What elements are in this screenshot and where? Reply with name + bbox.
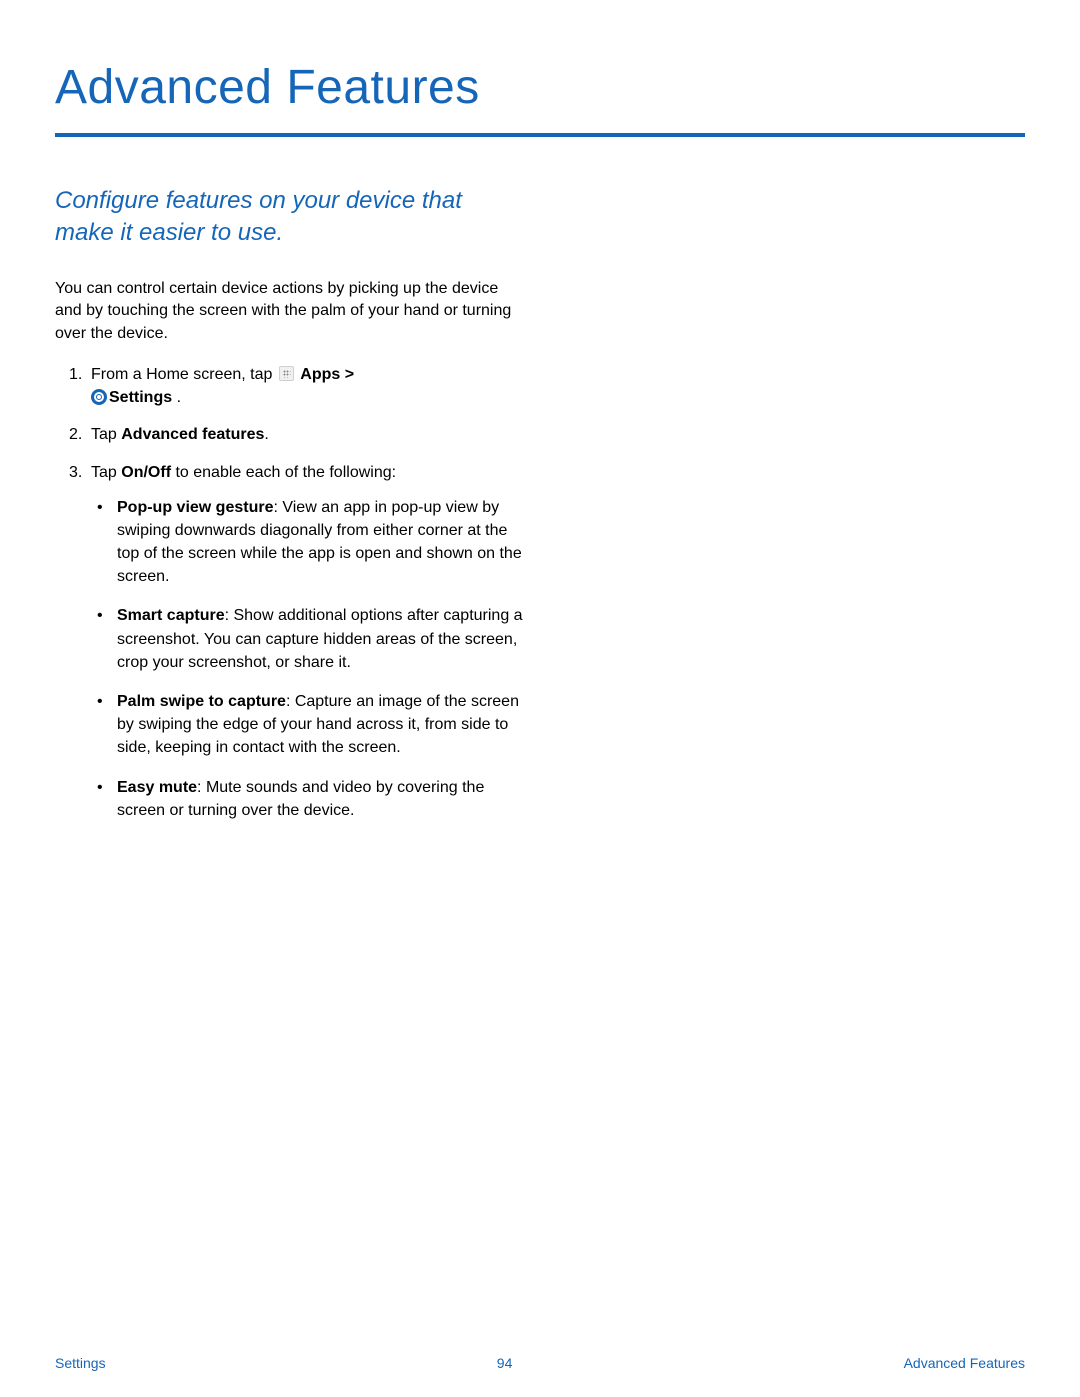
feature-label: Smart capture [117,607,225,624]
page-footer: Settings 94 Advanced Features [0,1355,1080,1371]
title-rule [55,133,1025,137]
step-3-end: to enable each of the following: [171,464,396,481]
footer-page-number: 94 [497,1355,513,1371]
list-item: Pop-up view gesture: View an app in pop-… [111,496,525,589]
step-2-end: . [264,426,268,443]
step-3-bold: On/Off [121,464,171,481]
settings-icon [91,389,107,405]
apps-icon [279,366,294,381]
page-subtitle: Configure features on your device that m… [55,185,525,250]
step-1-apps: Apps [300,366,340,383]
feature-label: Pop-up view gesture [117,499,273,516]
feature-label: Easy mute [117,779,197,796]
list-item: Smart capture: Show additional options a… [111,604,525,674]
intro-paragraph: You can control certain device actions b… [55,278,525,345]
step-2-pre: Tap [91,426,121,443]
step-1-settings: Settings [109,389,172,406]
step-1: From a Home screen, tap Apps > Settings … [75,363,525,409]
feature-label: Palm swipe to capture [117,693,286,710]
step-3-pre: Tap [91,464,121,481]
page-title: Advanced Features [55,60,1025,115]
step-1-pre: From a Home screen, tap [91,366,277,383]
list-item: Easy mute: Mute sounds and video by cove… [111,776,525,822]
footer-right: Advanced Features [904,1355,1025,1371]
step-1-gt: > [340,366,354,383]
step-2-bold: Advanced features [121,426,264,443]
footer-left: Settings [55,1355,106,1371]
step-2: Tap Advanced features. [75,423,525,446]
features-list: Pop-up view gesture: View an app in pop-… [91,496,525,822]
list-item: Palm swipe to capture: Capture an image … [111,690,525,760]
step-3: Tap On/Off to enable each of the followi… [75,461,525,822]
step-1-end: . [172,389,181,406]
content-column: Configure features on your device that m… [55,185,525,822]
steps-list: From a Home screen, tap Apps > Settings … [55,363,525,822]
